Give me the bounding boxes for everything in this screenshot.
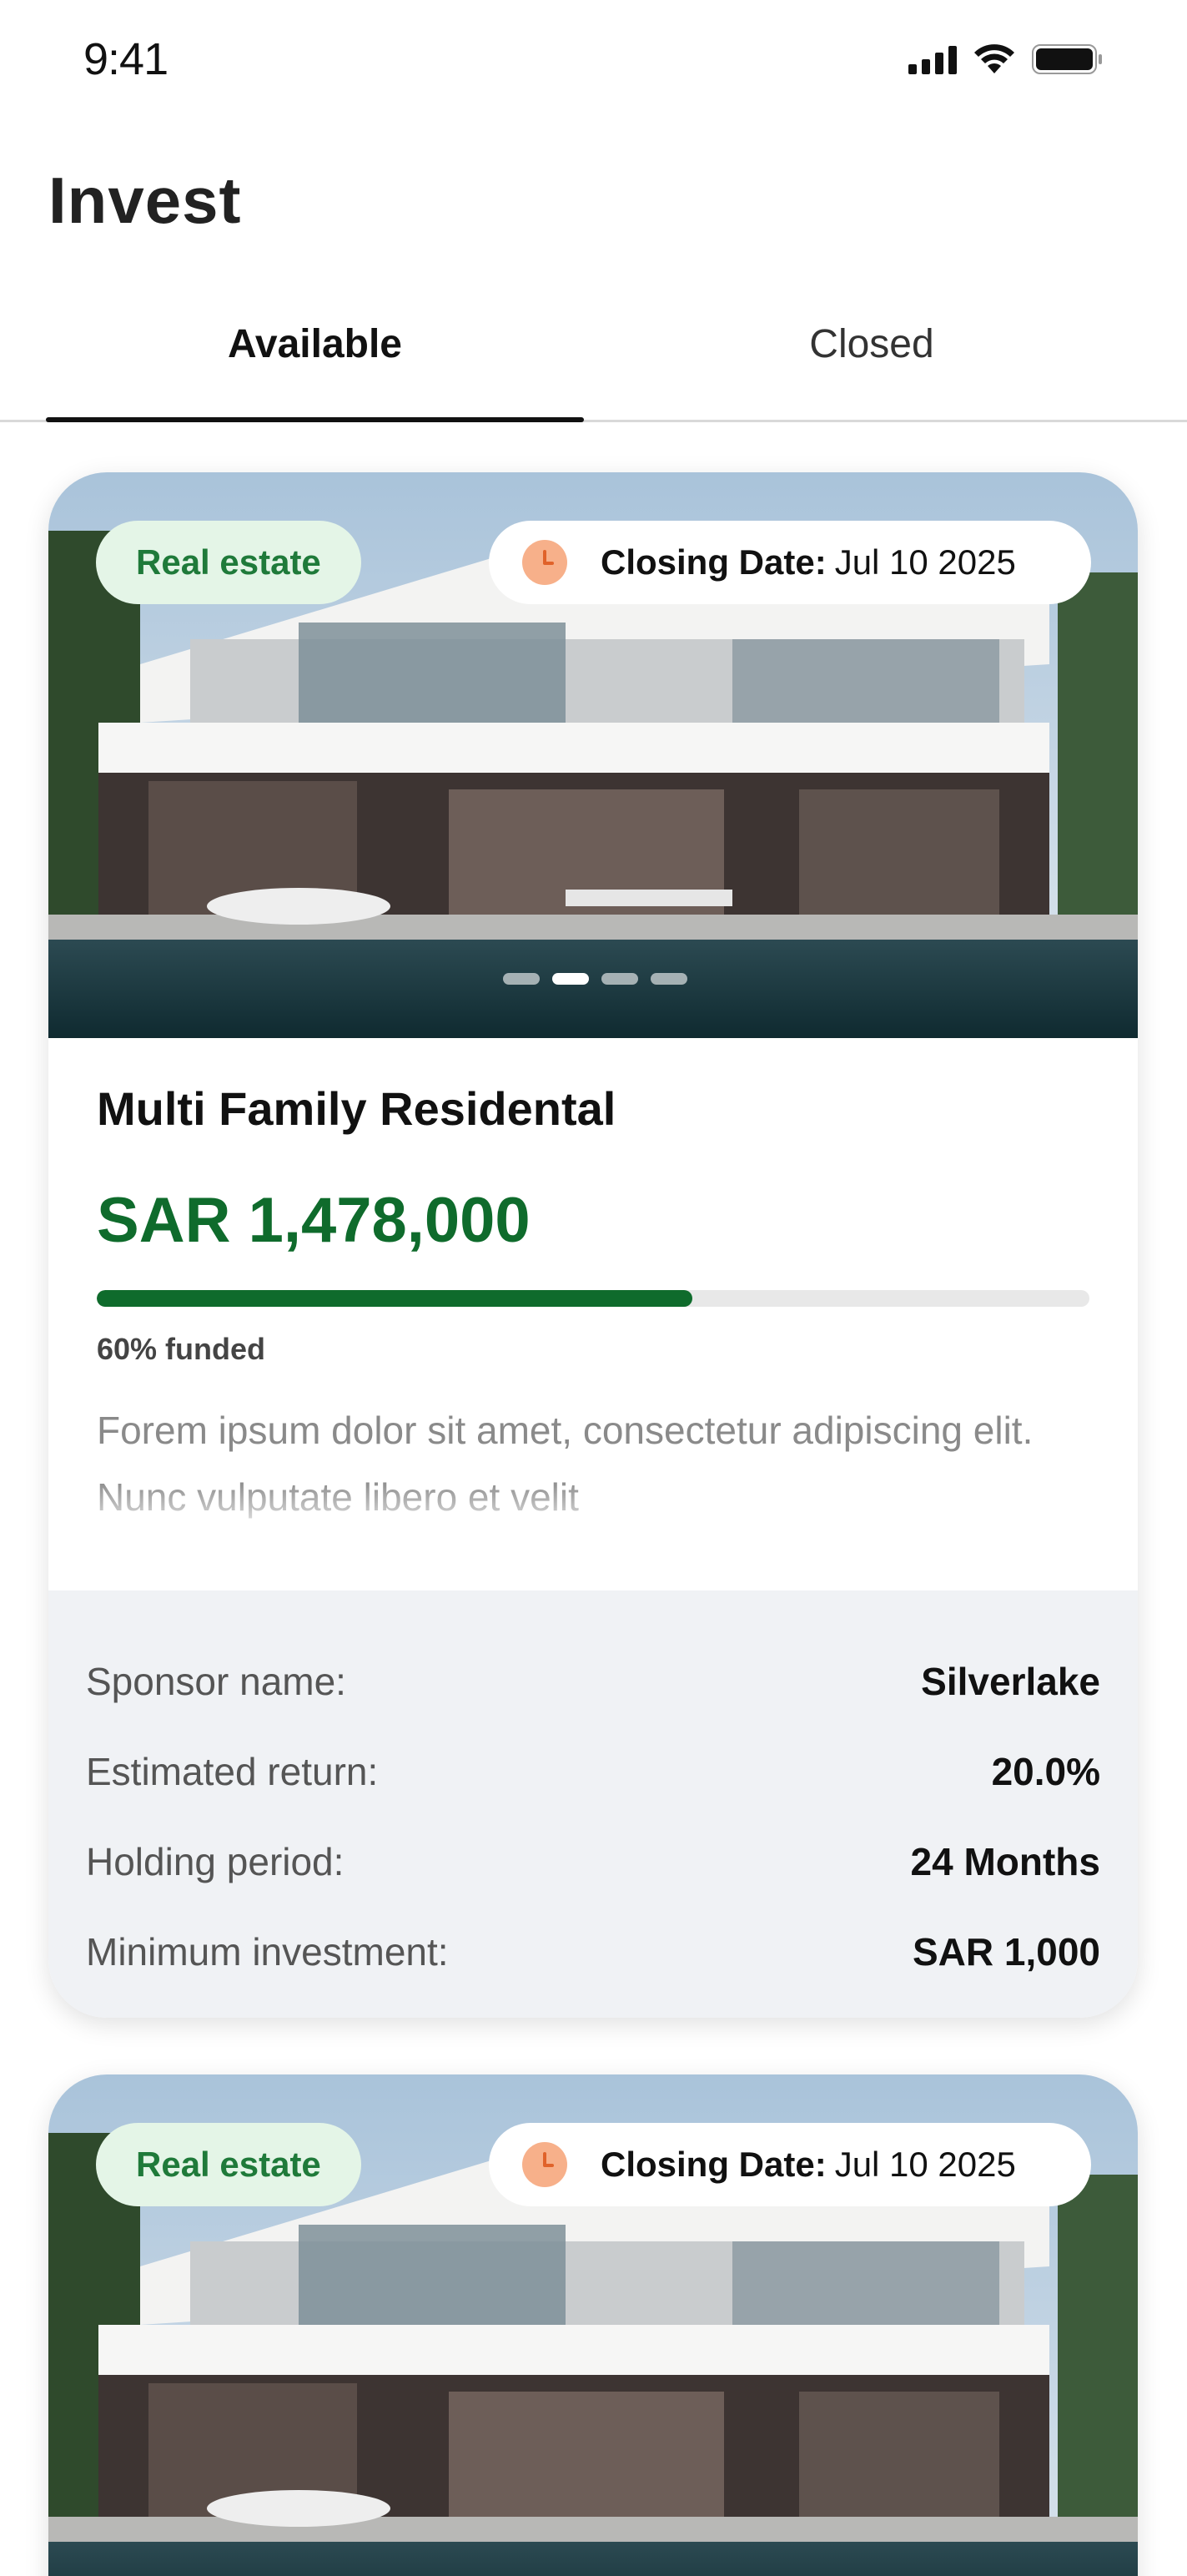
carousel-dot-active[interactable] xyxy=(552,973,589,985)
active-tab-indicator xyxy=(46,417,584,422)
funding-progress-bar xyxy=(97,1290,1089,1307)
closing-date-label: Closing Date: xyxy=(601,542,827,582)
closing-date-label: Closing Date: xyxy=(601,2145,827,2184)
property-description: Forem ipsum dolor sit amet, consectetur … xyxy=(97,1397,1089,1530)
status-time: 9:41 xyxy=(83,34,168,84)
detail-label: Estimated return: xyxy=(86,1750,379,1793)
tab-available[interactable]: Available xyxy=(46,321,584,367)
carousel-indicator[interactable] xyxy=(503,973,687,985)
funded-percent-text: 60% funded xyxy=(97,1332,266,1366)
closing-date-badge: Closing Date: Jul 10 2025 xyxy=(489,521,1091,604)
status-bar: 9:41 xyxy=(0,0,1187,125)
investment-card[interactable]: Real estate Closing Date: Jul 10 2025 Mu… xyxy=(48,472,1138,2018)
page-title: Invest xyxy=(48,164,242,237)
detail-value: 20.0% xyxy=(991,1750,1100,1793)
carousel-dot[interactable] xyxy=(651,973,687,985)
tab-closed[interactable]: Closed xyxy=(580,321,1164,367)
property-title: Multi Family Residental xyxy=(97,1082,616,1135)
detail-label: Holding period: xyxy=(86,1840,345,1883)
closing-date-badge: Closing Date: Jul 10 2025 xyxy=(489,2123,1091,2206)
investment-details: Sponsor name: Silverlake Estimated retur… xyxy=(48,1590,1138,2018)
detail-row-sponsor: Sponsor name: Silverlake xyxy=(86,1636,1100,1727)
clock-icon xyxy=(522,540,567,585)
description-fade xyxy=(97,1480,1089,1530)
detail-label: Sponsor name: xyxy=(86,1660,346,1703)
tab-bar: Available Closed xyxy=(0,309,1187,422)
property-image[interactable]: Real estate Closing Date: Jul 10 2025 xyxy=(48,2074,1138,2576)
detail-value: Silverlake xyxy=(921,1660,1100,1703)
detail-row-return: Estimated return: 20.0% xyxy=(86,1727,1100,1817)
closing-date-value: Jul 10 2025 xyxy=(834,542,1016,582)
detail-label: Minimum investment: xyxy=(86,1930,449,1974)
closing-date-value: Jul 10 2025 xyxy=(834,2145,1016,2184)
clock-icon xyxy=(522,2142,567,2187)
investment-card[interactable]: Real estate Closing Date: Jul 10 2025 xyxy=(48,2074,1138,2576)
detail-row-minimum-investment: Minimum investment: SAR 1,000 xyxy=(86,1907,1100,1997)
funding-progress-fill xyxy=(97,1290,692,1307)
category-badge: Real estate xyxy=(96,2123,361,2206)
property-amount: SAR 1,478,000 xyxy=(97,1185,531,1256)
cellular-signal-icon xyxy=(908,44,957,74)
wifi-icon xyxy=(973,43,1015,75)
carousel-dot[interactable] xyxy=(601,973,638,985)
property-image[interactable]: Real estate Closing Date: Jul 10 2025 xyxy=(48,472,1138,1038)
detail-value: 24 Months xyxy=(910,1840,1100,1883)
carousel-dot[interactable] xyxy=(503,973,540,985)
detail-row-holding-period: Holding period: 24 Months xyxy=(86,1817,1100,1907)
status-icons xyxy=(908,43,1104,75)
battery-icon xyxy=(1032,43,1104,75)
card-body: Multi Family Residental SAR 1,478,000 60… xyxy=(48,1038,1138,1590)
category-badge: Real estate xyxy=(96,521,361,604)
detail-value: SAR 1,000 xyxy=(912,1930,1100,1974)
